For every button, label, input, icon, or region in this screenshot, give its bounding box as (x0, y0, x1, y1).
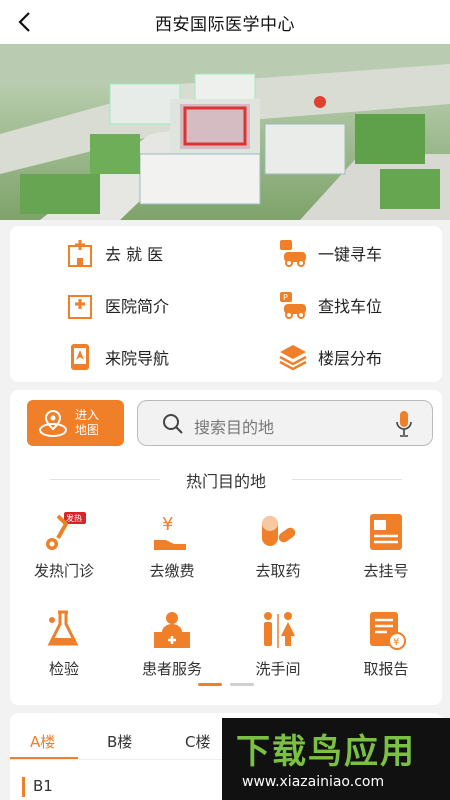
watermark-url: www.xiazainiao.com (242, 774, 385, 790)
quick-link-label: 查找车位 (318, 297, 383, 316)
hot-item-label: 检验 (48, 660, 79, 678)
hot-item-lab-test[interactable]: 检验 (14, 608, 114, 688)
search-placeholder: 搜索目的地 (194, 418, 275, 437)
hospital-info-icon (68, 295, 92, 319)
quick-link-label: 一键寻车 (318, 245, 383, 264)
quick-link-hospital-intro[interactable]: 医院简介 (65, 288, 169, 322)
hot-item-label: 去挂号 (363, 562, 409, 580)
page-indicator (230, 683, 254, 686)
thermometer-icon: 发热 (46, 512, 86, 550)
service-desk-icon (154, 612, 190, 648)
quick-link-find-parking[interactable]: P 查找车位 (278, 288, 382, 322)
hot-item-label: 去缴费 (149, 562, 195, 580)
hot-destinations-title: 热门目的地 (185, 472, 266, 491)
hot-item-label: 洗手间 (255, 660, 301, 678)
quick-link-label: 楼层分布 (318, 349, 383, 368)
watermark-title: 下载鸟应用 (236, 732, 416, 772)
hot-item-pharmacy[interactable]: 去取药 (228, 510, 328, 590)
hot-item-label: 发热门诊 (33, 562, 94, 580)
svg-text:P: P (283, 293, 288, 302)
register-card-icon (370, 514, 402, 550)
hot-item-register[interactable]: 去挂号 (336, 510, 436, 590)
tab-building-a[interactable]: A楼 (30, 731, 55, 752)
flask-icon (47, 610, 79, 646)
parking-icon: P (280, 292, 306, 319)
tab-building-c[interactable]: C楼 (185, 731, 210, 752)
hospital-aerial-banner (0, 44, 450, 220)
hot-item-patient-service[interactable]: 患者服务 (122, 608, 222, 688)
enter-map-line2: 地图 (75, 423, 100, 437)
car-search-icon (280, 240, 306, 267)
payment-icon: ¥ (154, 514, 186, 550)
hospital-icon (68, 240, 92, 267)
quick-link-navigation[interactable]: 来院导航 (65, 340, 169, 374)
hot-item-get-report[interactable]: ¥ 取报告 (336, 608, 436, 688)
restroom-icon (264, 612, 295, 648)
report-icon: ¥ (370, 612, 406, 650)
microphone-icon[interactable] (396, 410, 412, 438)
pill-icon (262, 516, 296, 546)
map-pin-icon (39, 409, 67, 437)
search-icon (163, 414, 183, 434)
quick-link-find-car[interactable]: 一键寻车 (278, 236, 382, 270)
search-input[interactable]: 搜索目的地 (137, 400, 433, 446)
fever-badge: 发热 (66, 513, 82, 523)
hot-item-label: 患者服务 (141, 660, 202, 678)
hot-item-pay[interactable]: ¥ 去缴费 (122, 510, 222, 590)
page-indicator-active (198, 683, 222, 686)
quick-link-go-doctor[interactable]: 去 就 医 (65, 236, 163, 270)
quick-link-label: 来院导航 (105, 349, 170, 368)
top-bar: 西安国际医学中心 (0, 0, 450, 44)
hot-item-label: 取报告 (363, 660, 409, 678)
hot-item-restroom[interactable]: 洗手间 (228, 608, 328, 688)
floor-label[interactable]: B1 (22, 777, 53, 797)
watermark: 下载鸟应用 www.xiazainiao.com (222, 718, 450, 800)
tab-building-b[interactable]: B楼 (107, 731, 132, 752)
quick-links-card: 去 就 医 一键寻车 医院简介 P 查找车位 来院导航 楼层分布 (10, 226, 442, 382)
quick-link-label: 医院简介 (105, 297, 170, 316)
hot-destinations-card: 进入 地图 搜索目的地 热门目的地 发热 发热门诊 ¥ 去缴费 去取药 去挂号 … (10, 390, 442, 705)
page-title: 西安国际医学中心 (155, 15, 295, 35)
layers-icon (279, 345, 307, 371)
quick-link-label: 去 就 医 (105, 245, 164, 264)
hot-item-label: 去取药 (255, 562, 301, 580)
section-divider-right (292, 479, 402, 480)
enter-map-line1: 进入 (75, 408, 100, 422)
svg-text:¥: ¥ (393, 637, 399, 648)
enter-map-button[interactable]: 进入 地图 (27, 400, 124, 446)
quick-link-floor-layout[interactable]: 楼层分布 (278, 340, 382, 374)
svg-text:¥: ¥ (162, 514, 173, 535)
hot-item-fever-clinic[interactable]: 发热 发热门诊 (14, 510, 114, 590)
navigation-icon (71, 344, 89, 370)
